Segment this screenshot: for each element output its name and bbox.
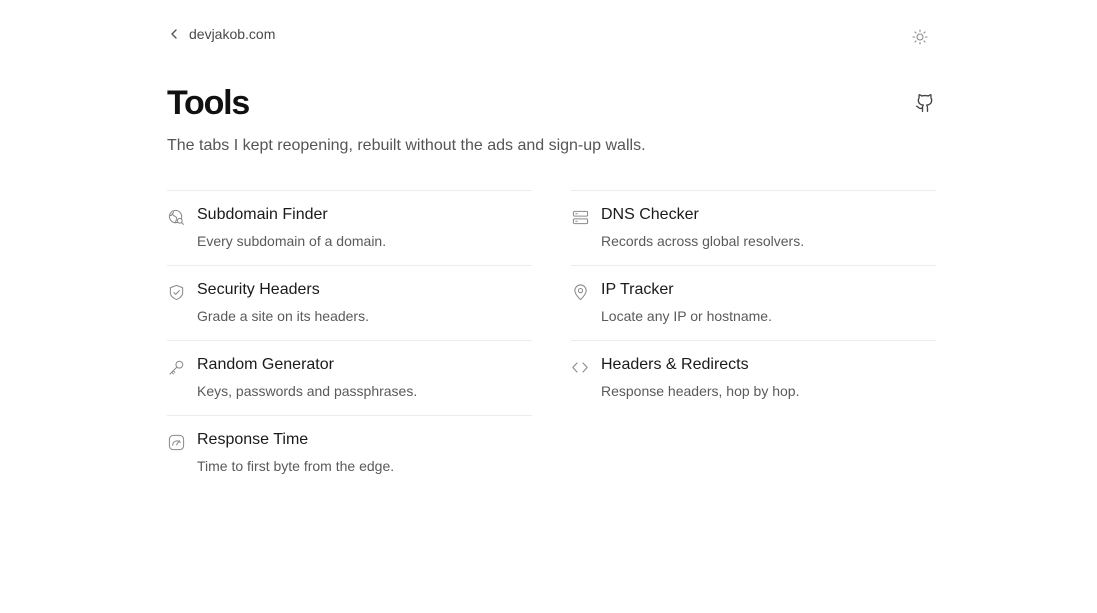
code-icon [571,358,589,376]
tool-name: Headers & Redirects [601,356,749,373]
chevron-left-icon [167,27,181,41]
tool-dns-checker[interactable]: DNS Checker Records across global resolv… [571,190,936,265]
gauge-icon [167,433,185,451]
page: devjakob.com Tools The tabs I kept reope… [0,0,1097,613]
tool-headers-redirects[interactable]: Headers & Redirects Response headers, ho… [571,340,936,415]
tool-name: DNS Checker [601,206,699,223]
tool-name: Subdomain Finder [197,206,328,223]
tool-name: IP Tracker [601,281,674,298]
shield-check-icon [167,283,185,301]
server-icon [571,208,589,226]
tool-ip-tracker[interactable]: IP Tracker Locate any IP or hostname. [571,265,936,340]
tool-name: Security Headers [197,281,320,298]
github-link[interactable] [914,92,936,114]
top-bar: devjakob.com [167,26,937,48]
tool-description: Keys, passwords and passphrases. [197,383,418,399]
tool-description: Time to first byte from the edge. [197,458,395,474]
tool-description: Grade a site on its headers. [197,308,369,324]
tool-security-headers[interactable]: Security Headers Grade a site on its hea… [167,265,532,340]
sun-icon [912,29,928,45]
tool-description: Records across global resolvers. [601,233,805,249]
globe-search-icon [167,208,185,226]
github-icon [915,93,935,113]
tool-name: Random Generator [197,356,334,373]
tool-response-time[interactable]: Response Time Time to first byte from th… [167,415,532,490]
tool-subdomain-finder[interactable]: Subdomain Finder Every subdomain of a do… [167,190,532,265]
tool-description: Response headers, hop by hop. [601,383,800,399]
key-icon [167,358,185,376]
map-pin-icon [571,283,589,301]
back-link-label: devjakob.com [189,26,276,42]
tool-description: Locate any IP or hostname. [601,308,772,324]
tool-name: Response Time [197,431,309,448]
tool-random-generator[interactable]: Random Generator Keys, passwords and pas… [167,340,532,415]
back-link[interactable]: devjakob.com [167,26,275,42]
tool-description: Every subdomain of a domain. [197,233,387,249]
theme-toggle-button[interactable] [911,28,929,46]
page-title: Tools [167,84,250,122]
page-subtitle: The tabs I kept reopening, rebuilt witho… [167,137,646,154]
